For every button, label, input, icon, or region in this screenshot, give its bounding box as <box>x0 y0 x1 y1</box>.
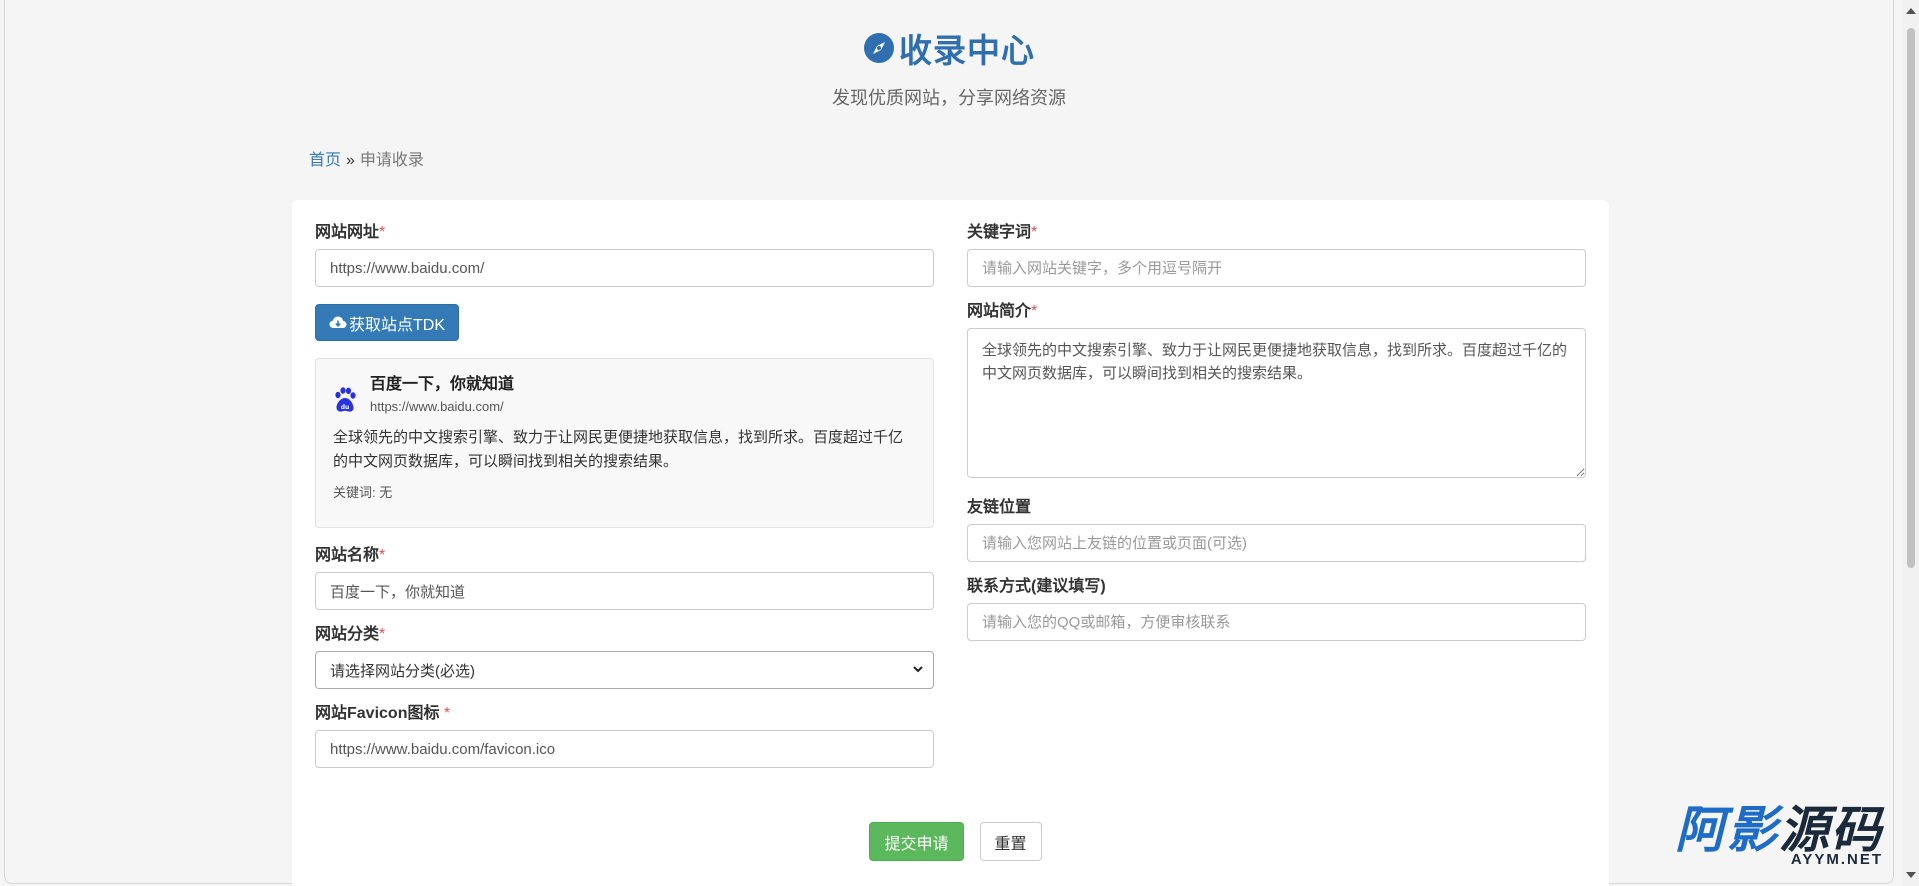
preview-description: 全球领先的中文搜索引擎、致力于让网民更便捷地获取信息，找到所求。百度超过千亿的中… <box>333 429 904 470</box>
description-textarea[interactable]: 全球领先的中文搜索引擎、致力于让网民更便捷地获取信息，找到所求。百度超过千亿的中… <box>967 328 1586 478</box>
form-left-column: 网站网址* 获取站点TDK du 百度一下，你就 <box>315 222 934 768</box>
url-input[interactable] <box>315 249 934 287</box>
form-actions: 提交申请 重置 <box>292 822 1609 861</box>
category-select[interactable]: 请选择网站分类(必选) <box>315 651 934 689</box>
form-right-column: 关键字词* 网站简介* 全球领先的中文搜索引擎、致力于让网民更便捷地获取信息，找… <box>967 222 1586 641</box>
favicon-group: 网站Favicon图标 * <box>315 703 934 768</box>
page-header: 收录中心 发现优质网站，分享网络资源 <box>0 24 1898 110</box>
submit-button[interactable]: 提交申请 <box>869 822 964 861</box>
required-mark: * <box>1031 303 1038 320</box>
svg-text:du: du <box>341 404 350 411</box>
keywords-label: 关键字词* <box>967 224 1038 241</box>
site-title: 收录中心 <box>863 24 1035 72</box>
reset-button[interactable]: 重置 <box>979 822 1042 861</box>
scroll-thumb[interactable] <box>1907 28 1915 568</box>
name-input[interactable] <box>315 572 934 610</box>
link-position-label: 友链位置 <box>967 499 1032 516</box>
name-group: 网站名称* <box>315 545 934 610</box>
site-title-text: 收录中心 <box>899 32 1035 69</box>
breadcrumb: 首页 » 申请收录 <box>309 146 424 170</box>
name-label: 网站名称* <box>315 547 386 564</box>
breadcrumb-separator: » <box>346 152 355 169</box>
required-mark: * <box>379 224 386 241</box>
baidu-paw-icon: du <box>335 387 356 412</box>
required-mark: * <box>379 626 386 643</box>
watermark-main: 阿影源码 <box>1675 802 1883 858</box>
contact-input[interactable] <box>967 603 1586 641</box>
fetch-tdk-label: 获取站点TDK <box>349 316 446 334</box>
url-label: 网站网址* <box>315 224 386 241</box>
url-group: 网站网址* <box>315 222 934 287</box>
category-label: 网站分类* <box>315 626 386 643</box>
category-selected-value: 请选择网站分类(必选) <box>315 651 934 689</box>
compass-icon <box>864 33 894 63</box>
keywords-input[interactable] <box>967 249 1586 287</box>
breadcrumb-home-link[interactable]: 首页 <box>309 152 341 169</box>
preview-keywords: 关键词: 无 <box>333 485 393 500</box>
cloud-download-icon <box>329 316 347 328</box>
chevron-down-icon <box>913 666 923 673</box>
preview-url: https://www.baidu.com/ <box>370 399 504 414</box>
fetch-tdk-button[interactable]: 获取站点TDK <box>315 304 460 341</box>
site-preview-card: du 百度一下，你就知道 https://www.baidu.com/ 全球领先… <box>315 358 934 528</box>
contact-group: 联系方式(建议填写) <box>967 576 1586 641</box>
category-group: 网站分类* 请选择网站分类(必选) <box>315 624 934 689</box>
contact-label: 联系方式(建议填写) <box>967 578 1106 595</box>
favicon-input[interactable] <box>315 730 934 768</box>
preview-title: 百度一下，你就知道 <box>370 376 515 393</box>
link-position-group: 友链位置 <box>967 497 1586 562</box>
keywords-group: 关键字词* <box>967 222 1586 287</box>
description-label: 网站简介* <box>967 303 1038 320</box>
required-mark: * <box>443 705 451 722</box>
required-mark: * <box>1031 224 1038 241</box>
vertical-scrollbar[interactable] <box>1902 0 1919 886</box>
watermark-logo: 阿影源码 AYYM.NET <box>1675 805 1883 868</box>
breadcrumb-current: 申请收录 <box>359 152 424 169</box>
required-mark: * <box>379 547 386 564</box>
scroll-down-arrow-icon[interactable] <box>1906 872 1916 878</box>
link-position-input[interactable] <box>967 524 1586 562</box>
preview-header: du 百度一下，你就知道 https://www.baidu.com/ <box>333 376 916 414</box>
scroll-up-arrow-icon[interactable] <box>1906 8 1916 14</box>
site-subtitle: 发现优质网站，分享网络资源 <box>832 88 1066 108</box>
submit-form-card: 网站网址* 获取站点TDK du 百度一下，你就 <box>292 200 1609 886</box>
favicon-label: 网站Favicon图标 * <box>315 705 451 722</box>
description-group: 网站简介* 全球领先的中文搜索引擎、致力于让网民更便捷地获取信息，找到所求。百度… <box>967 301 1586 483</box>
